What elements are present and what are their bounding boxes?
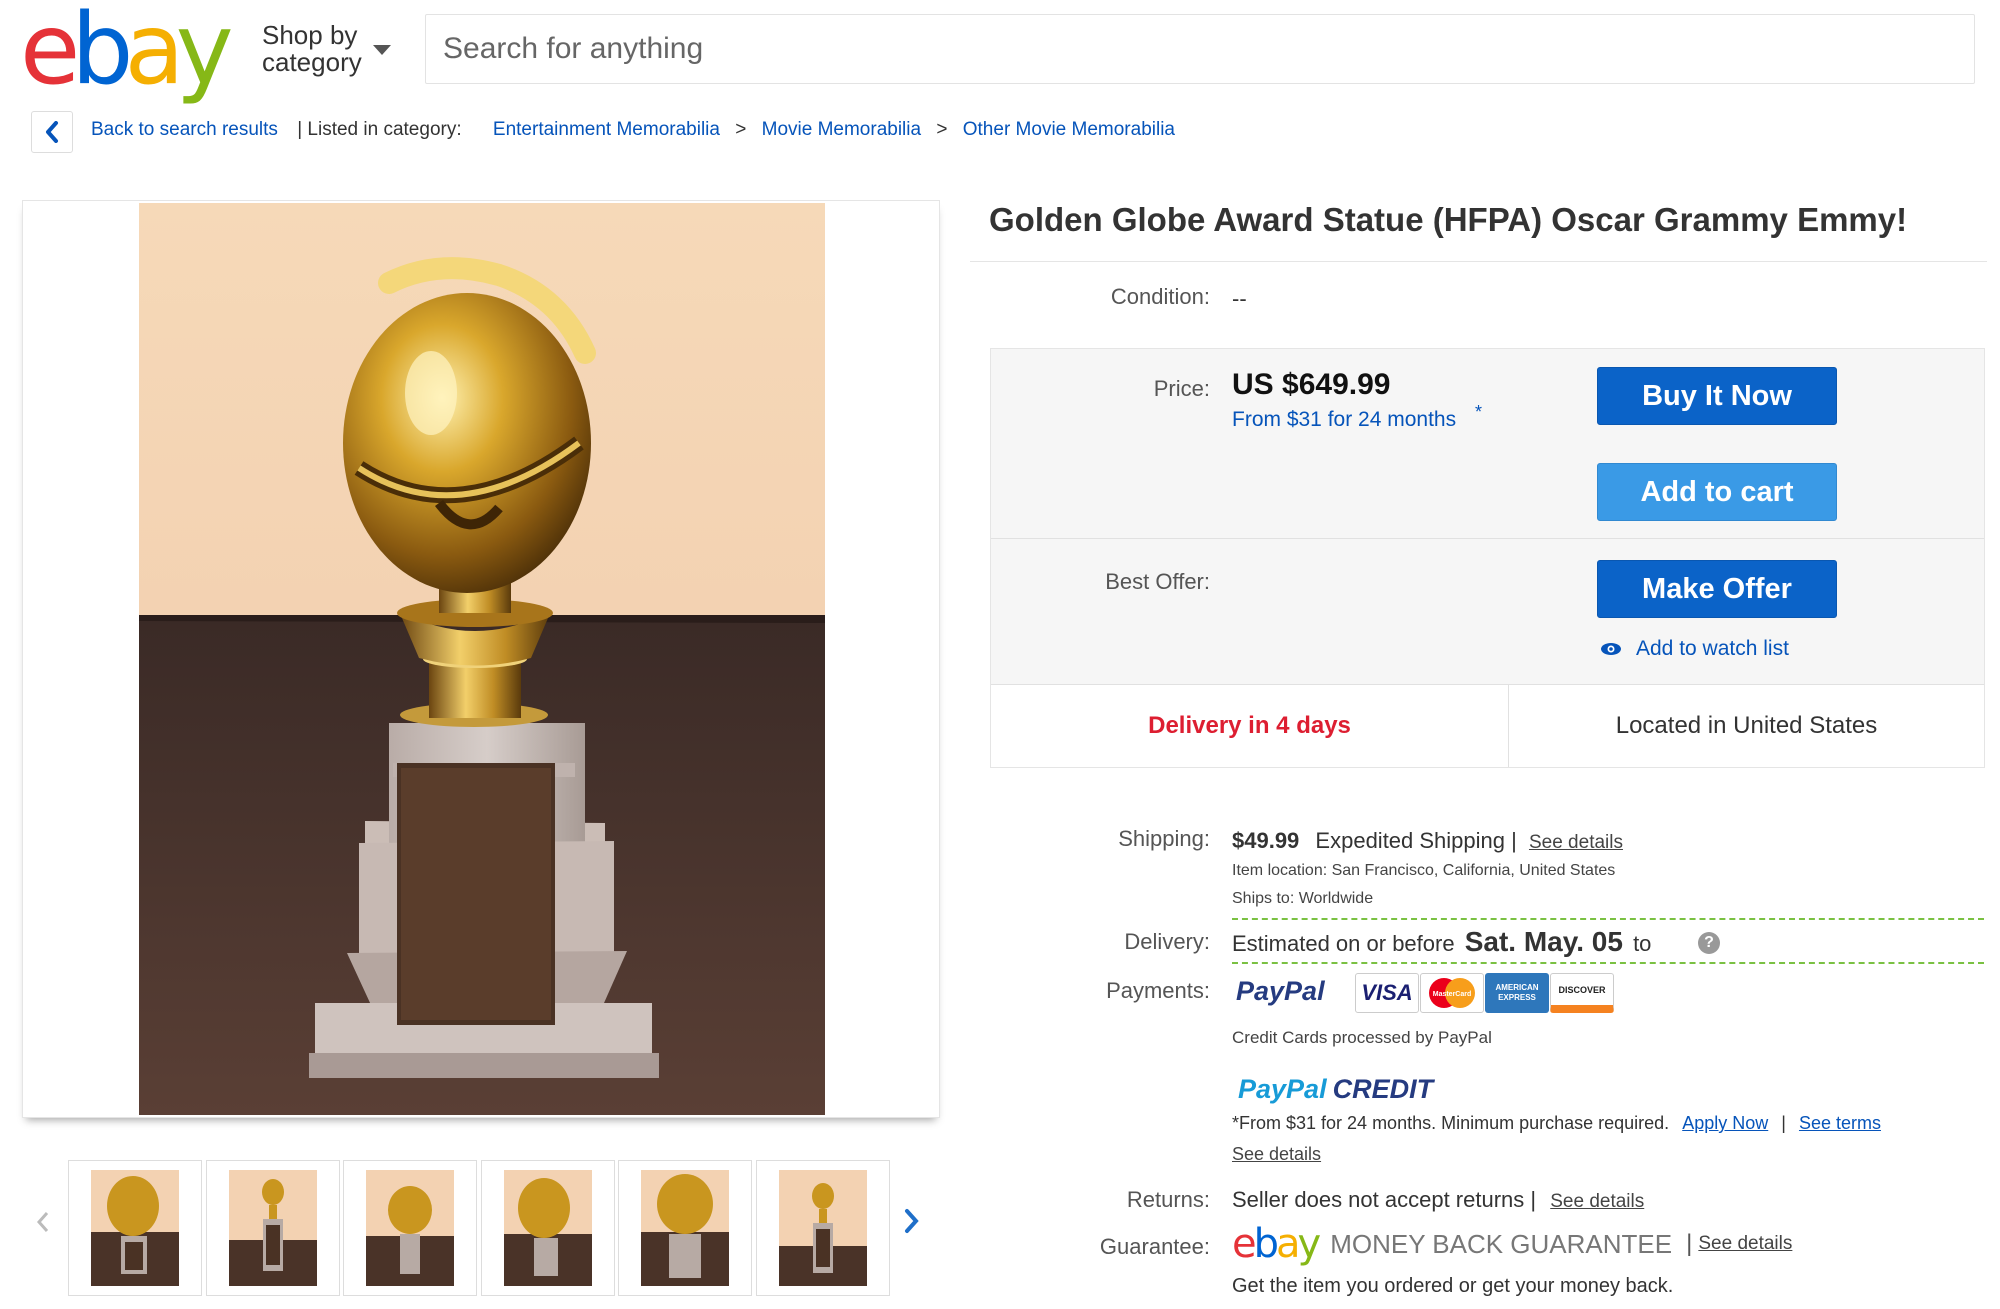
- item-location: Item location: San Francisco, California…: [1232, 862, 1616, 879]
- financing-footnote-mark: *: [1475, 402, 1483, 422]
- shop-by-line1: Shop by: [262, 20, 358, 50]
- delivery-divider-top: [1232, 918, 1984, 920]
- paypal-credit-word2: CREDIT: [1332, 1074, 1434, 1104]
- paypal-logo: PayPal: [1236, 976, 1325, 1006]
- paypal-credit-word1: PayPal: [1238, 1074, 1327, 1104]
- delivery-label: Delivery:: [1124, 929, 1210, 954]
- shop-by-line2: category: [262, 47, 362, 77]
- help-icon[interactable]: ?: [1698, 932, 1720, 954]
- thumbnail-next-arrow[interactable]: [904, 1208, 920, 1239]
- item-location-summary: Located in United States: [1615, 712, 1878, 739]
- money-back-guarantee: ebay MONEY BACK GUARANTEE | See details: [1232, 1222, 1792, 1266]
- apply-now-link[interactable]: Apply Now: [1682, 1113, 1768, 1133]
- mastercard-icon: MasterCard: [1420, 973, 1484, 1013]
- mastercard-text: MasterCard: [1433, 991, 1472, 998]
- paypal-credit-terms: *From $31 for 24 months. Minimum purchas…: [1232, 1113, 1881, 1134]
- ebay-logo[interactable]: ebay: [20, 1, 235, 99]
- condition-label: Condition:: [1110, 284, 1210, 309]
- thumbnail-3[interactable]: [343, 1160, 477, 1296]
- chevron-left-icon: [36, 1212, 49, 1232]
- logo-letter-e: e: [20, 0, 80, 107]
- paypal-credit-logo: PayPal CREDIT: [1238, 1074, 1433, 1105]
- visa-card-icon: VISA: [1355, 973, 1419, 1013]
- returns-label: Returns:: [1126, 1187, 1210, 1212]
- credit-card-note: Credit Cards processed by PayPal: [1232, 1028, 1492, 1047]
- link-separator: |: [1781, 1113, 1786, 1133]
- ships-to: Ships to: Worldwide: [1232, 890, 1374, 907]
- search-input[interactable]: [426, 15, 1974, 83]
- add-to-cart-button[interactable]: Add to cart: [1597, 463, 1837, 521]
- thumbnail-2[interactable]: [206, 1160, 340, 1296]
- condition-value: --: [1232, 286, 1247, 311]
- delivery-suffix: to: [1633, 931, 1652, 956]
- price-divider: [991, 538, 1984, 539]
- search-box[interactable]: [425, 14, 1975, 84]
- logo-letter-b: b: [71, 0, 133, 107]
- shop-by-category-button[interactable]: Shop by category: [262, 22, 362, 76]
- make-offer-button[interactable]: Make Offer: [1597, 560, 1837, 618]
- main-product-image[interactable]: [139, 203, 825, 1115]
- delivery-divider-bottom: [1232, 962, 1984, 964]
- listing-title: Golden Globe Award Statue (HFPA) Oscar G…: [989, 201, 1908, 238]
- guarantee-label: Guarantee:: [1099, 1234, 1210, 1259]
- watch-list-label: Add to watch list: [1636, 637, 1789, 660]
- thumbnail-5[interactable]: [618, 1160, 752, 1296]
- returns-line: Seller does not accept returns | See det…: [1232, 1187, 1644, 1213]
- paypal-credit-note: *From $31 for 24 months. Minimum purchas…: [1232, 1113, 1670, 1133]
- shipping-line: $49.99 Expedited Shipping | See details: [1232, 828, 1623, 854]
- money-back-text: MONEY BACK GUARANTEE: [1330, 1228, 1673, 1259]
- title-divider: [970, 261, 1987, 262]
- back-to-search-link[interactable]: Back to search results: [91, 119, 278, 140]
- eye-icon: [1601, 643, 1621, 655]
- see-terms-link[interactable]: See terms: [1799, 1113, 1881, 1133]
- add-to-watch-list-link[interactable]: Add to watch list: [1600, 637, 1789, 661]
- breadcrumb-separator: >: [936, 119, 948, 140]
- thumbnail-6[interactable]: [756, 1160, 890, 1296]
- delivery-days: Delivery in 4 days: [1148, 712, 1351, 739]
- returns-value: Seller does not accept returns |: [1232, 1187, 1537, 1212]
- thumbnail-4[interactable]: [481, 1160, 615, 1296]
- breadcrumb-separator: >: [735, 119, 747, 140]
- thumbnail-1[interactable]: [68, 1160, 202, 1296]
- delivery-estimate: Estimated on or before Sat. May. 05 to: [1232, 926, 1651, 958]
- delivery-date: Sat. May. 05: [1464, 926, 1623, 957]
- thumbnail-prev-arrow[interactable]: [36, 1210, 50, 1239]
- financing-link[interactable]: From $31 for 24 months: [1232, 408, 1456, 432]
- back-button[interactable]: [31, 111, 73, 153]
- amex-card-icon: AMERICAN EXPRESS: [1485, 973, 1549, 1013]
- price-label: Price:: [1153, 376, 1210, 401]
- shipping-cost: $49.99: [1232, 828, 1300, 853]
- returns-see-details-link[interactable]: See details: [1550, 1191, 1644, 1212]
- price-value: US $649.99: [1232, 368, 1391, 401]
- guarantee-see-details-link[interactable]: See details: [1698, 1233, 1792, 1255]
- shipping-method: Expedited Shipping |: [1315, 828, 1517, 853]
- breadcrumb-category-1[interactable]: Entertainment Memorabilia: [493, 119, 720, 140]
- listed-in-label: | Listed in category:: [297, 119, 462, 140]
- logo-letter-y: y: [175, 0, 234, 107]
- paypal-credit-see-details-link[interactable]: See details: [1232, 1144, 1321, 1165]
- payments-label: Payments:: [1106, 978, 1210, 1003]
- chevron-right-icon: [905, 1209, 919, 1233]
- buy-it-now-button[interactable]: Buy It Now: [1597, 367, 1837, 425]
- best-offer-label: Best Offer:: [1105, 569, 1210, 594]
- breadcrumb-category-2[interactable]: Movie Memorabilia: [762, 119, 921, 140]
- chevron-left-icon: [46, 121, 58, 143]
- breadcrumb-category-3[interactable]: Other Movie Memorabilia: [963, 119, 1175, 140]
- guarantee-separator: |: [1686, 1230, 1693, 1257]
- shipping-see-details-link[interactable]: See details: [1529, 832, 1623, 853]
- breadcrumb: Back to search results | Listed in categ…: [91, 119, 1175, 141]
- chevron-down-icon[interactable]: [373, 45, 391, 55]
- ebay-guarantee-logo: ebay: [1232, 1221, 1321, 1267]
- shipping-label: Shipping:: [1118, 826, 1210, 851]
- logo-letter-a: a: [124, 0, 185, 107]
- discover-card-icon: DISCOVER: [1550, 973, 1614, 1013]
- delivery-prefix: Estimated on or before: [1232, 931, 1455, 956]
- guarantee-note: Get the item you ordered or get your mon…: [1232, 1275, 1674, 1297]
